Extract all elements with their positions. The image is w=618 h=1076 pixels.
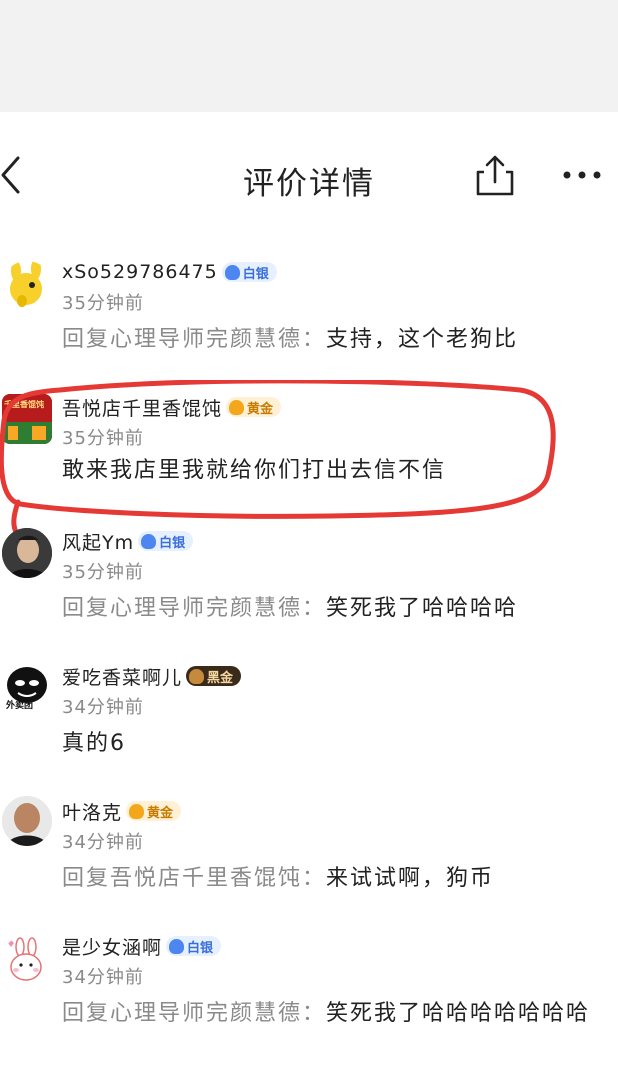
man-portrait-avatar-icon — [2, 528, 52, 578]
comment-item[interactable]: 是少女涵啊 白银 34分钟前 回复心理导师完颜慧德：笑死我了哈哈哈哈哈哈哈 — [0, 931, 618, 1071]
avatar[interactable] — [2, 935, 52, 985]
reply-prefix: 回复心理导师完颜慧德： — [62, 327, 327, 352]
reply-prefix: 回复心理导师完颜慧德： — [62, 1001, 327, 1026]
comment-text[interactable]: 回复心理导师完颜慧德：笑死我了哈哈哈哈 — [62, 592, 602, 626]
comment-time: 34分钟前 — [62, 967, 144, 988]
comment-content: 来试试啊，狗币 — [326, 866, 495, 891]
username[interactable]: 叶洛克 — [62, 798, 122, 825]
member-level-badge: 白银 — [221, 262, 277, 282]
badge-label: 白银 — [159, 535, 186, 551]
bunny-sticker-avatar-icon — [8, 937, 42, 981]
member-level-badge: 白银 — [166, 936, 222, 956]
share-icon[interactable] — [474, 154, 516, 198]
user-info-row: 吾悦店千里香馄饨 黄金 — [62, 392, 282, 422]
status-bar-area — [0, 0, 618, 112]
reply-prefix: 回复吾悦店千里香馄饨： — [62, 866, 327, 891]
bald-man-avatar-icon — [2, 796, 52, 846]
level-badge-icon — [141, 533, 157, 549]
comment-item[interactable]: 风起Ym 白银 35分钟前 回复心理导师完颜慧德：笑死我了哈哈哈哈 — [0, 526, 618, 636]
level-badge-icon — [169, 938, 185, 954]
comment-content: 支持，这个老狗比 — [326, 327, 519, 352]
user-info-row: 是少女涵啊 白银 — [62, 931, 222, 961]
comment-text[interactable]: 回复心理导师完颜慧德：笑死我了哈哈哈哈哈哈哈 — [62, 997, 602, 1031]
more-dots-icon[interactable] — [560, 160, 604, 190]
username[interactable]: 风起Ym — [62, 528, 134, 555]
comment-item[interactable]: xSo529786475 白银 35分钟前 回复心理导师完颜慧德：支持，这个老狗… — [0, 257, 618, 367]
username[interactable]: 吾悦店千里香馄饨 — [62, 394, 222, 421]
username[interactable]: 爱吃香菜啊儿 — [62, 663, 182, 690]
avatar[interactable] — [2, 528, 52, 578]
user-info-row: xSo529786475 白银 — [62, 257, 277, 287]
meme-caption: 外卖团 — [6, 701, 34, 711]
comment-content: 笑死我了哈哈哈哈哈哈哈 — [326, 1001, 591, 1026]
comment-time: 34分钟前 — [62, 832, 144, 853]
storefront-sign-text: 千里香馄饨 — [4, 400, 44, 409]
comment-time: 35分钟前 — [62, 293, 144, 314]
comment-text[interactable]: 回复吾悦店千里香馄饨：来试试啊，狗币 — [62, 862, 602, 896]
yellow-cartoon-avatar-icon — [10, 261, 42, 307]
comment-item[interactable]: 叶洛克 黄金 34分钟前 回复吾悦店千里香馄饨：来试试啊，狗币 — [0, 796, 618, 906]
comment-item[interactable]: 千里香馄饨 吾悦店千里香馄饨 黄金 35分钟前 敢来我店里我就给你们打出去信不信 — [0, 392, 618, 502]
username[interactable]: 是少女涵啊 — [62, 933, 162, 960]
user-info-row: 风起Ym 白银 — [62, 526, 194, 556]
comment-time: 35分钟前 — [62, 428, 144, 449]
comment-time: 35分钟前 — [62, 562, 144, 583]
badge-label: 白银 — [242, 266, 269, 282]
reply-prefix: 回复心理导师完颜慧德： — [62, 596, 327, 621]
level-badge-icon — [129, 803, 145, 819]
comment-time: 34分钟前 — [62, 697, 144, 718]
avatar[interactable] — [2, 796, 52, 846]
comment-content: 笑死我了哈哈哈哈 — [326, 596, 519, 621]
top-nav-bar: 评价详情 — [0, 140, 618, 212]
badge-label: 黑金 — [207, 670, 234, 686]
comment-content: 敢来我店里我就给你们打出去信不信 — [62, 458, 447, 483]
page-title: 评价详情 — [243, 166, 375, 202]
badge-label: 白银 — [187, 940, 214, 956]
badge-label: 黄金 — [247, 401, 274, 417]
comment-item[interactable]: 外卖团 爱吃香菜啊儿 黑金 34分钟前 真的6 — [0, 661, 618, 771]
member-level-badge: 黑金 — [186, 666, 242, 686]
level-badge-icon — [229, 399, 245, 415]
comment-text[interactable]: 真的6 — [62, 727, 602, 761]
badge-label: 黄金 — [147, 805, 174, 821]
level-badge-icon — [189, 668, 205, 684]
member-level-badge: 黄金 — [226, 397, 282, 417]
member-level-badge: 黄金 — [126, 801, 182, 821]
user-info-row: 爱吃香菜啊儿 黑金 — [62, 661, 242, 691]
avatar[interactable]: 外卖团 — [2, 663, 52, 713]
member-level-badge: 白银 — [138, 531, 194, 551]
comment-content: 真的6 — [62, 731, 126, 756]
avatar[interactable]: 千里香馄饨 — [2, 394, 52, 444]
level-badge-icon — [224, 264, 240, 280]
username[interactable]: xSo529786475 — [62, 261, 218, 283]
avatar[interactable] — [2, 261, 52, 311]
user-info-row: 叶洛克 黄金 — [62, 796, 182, 826]
comment-text[interactable]: 敢来我店里我就给你们打出去信不信 — [62, 454, 602, 488]
comment-text[interactable]: 回复心理导师完颜慧德：支持，这个老狗比 — [62, 323, 602, 357]
